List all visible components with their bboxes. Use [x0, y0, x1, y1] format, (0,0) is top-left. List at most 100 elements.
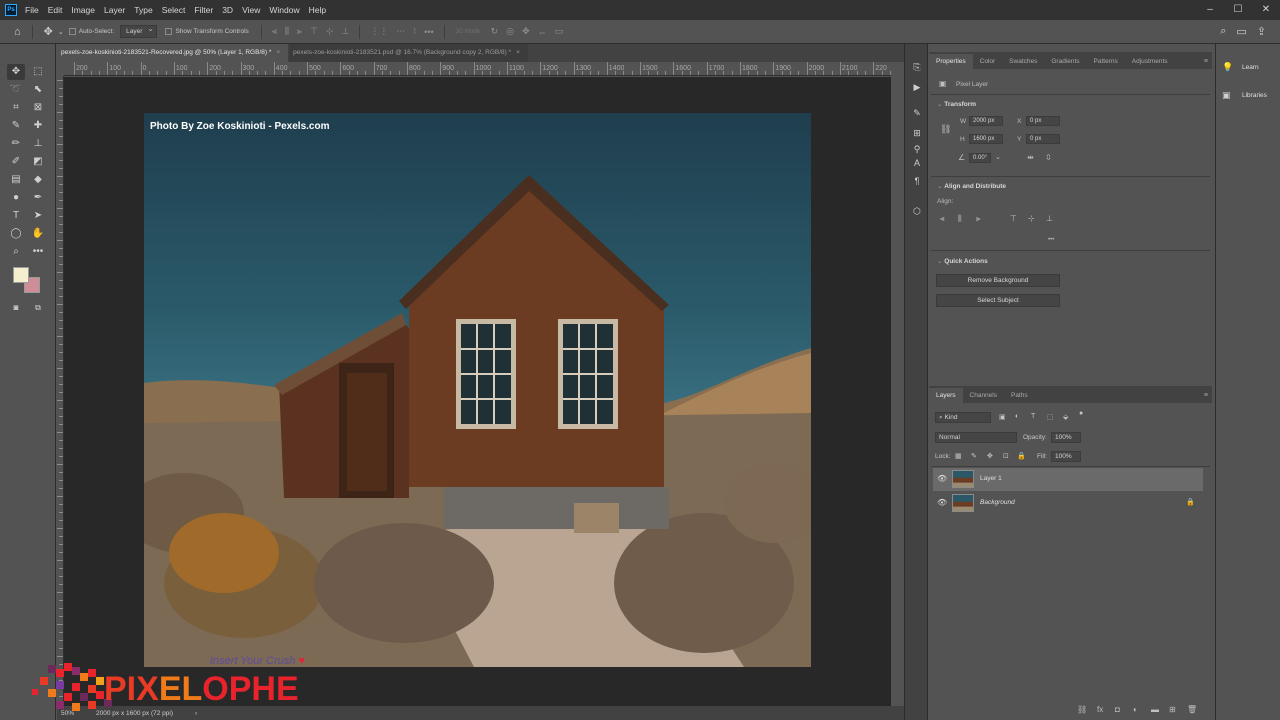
close-tab-icon[interactable]: × — [516, 49, 520, 56]
clone-source-icon[interactable]: ⚲ — [910, 142, 924, 156]
show-transform-checkbox[interactable]: Show Transform Controls — [165, 28, 249, 35]
align-section-title[interactable]: Align and Distribute — [937, 182, 1006, 190]
brush-tool-icon[interactable]: ✏ — [7, 136, 25, 152]
filter-toggle-icon[interactable]: ● — [1079, 410, 1083, 417]
flip-horizontal-icon[interactable]: ⇹ — [1027, 153, 1034, 162]
3d-rotate-icon[interactable]: ↻ — [491, 26, 499, 37]
tab-patterns[interactable]: Patterns — [1087, 54, 1125, 69]
trash-icon[interactable]: 🗑 — [1187, 705, 1197, 714]
layer-filter-kind-dropdown[interactable]: ⌕ Kind — [935, 412, 991, 423]
x-field[interactable]: 0 px — [1026, 116, 1060, 126]
tab-swatches[interactable]: Swatches — [1002, 54, 1044, 69]
layer-row-layer-1[interactable]: 👁 Layer 1 — [933, 468, 1203, 491]
lock-position-icon[interactable]: ✥ — [987, 452, 993, 460]
zoom-tool-icon[interactable]: ⌕ — [7, 244, 25, 260]
layer-row-background[interactable]: 👁 Background 🔒 — [933, 492, 1203, 515]
panel-menu-icon[interactable]: ≡ — [1204, 388, 1208, 403]
more-tools-icon[interactable]: ••• — [29, 244, 47, 260]
share-icon[interactable]: ⇪ — [1257, 25, 1266, 38]
align-bottom-icon[interactable]: ⊥ — [341, 26, 349, 37]
quick-actions-title[interactable]: Quick Actions — [937, 257, 987, 265]
lock-artboard-icon[interactable]: ⊡ — [1003, 452, 1009, 460]
align-top-icon[interactable]: ⊤ — [1010, 214, 1017, 223]
menu-image[interactable]: Image — [71, 5, 95, 15]
auto-select-target-dropdown[interactable]: Layer — [120, 25, 158, 38]
align-right-icon[interactable]: ⫸ — [976, 214, 981, 224]
home-icon[interactable]: ⌂ — [14, 26, 21, 38]
vertical-ruler[interactable] — [57, 76, 64, 706]
close-tab-icon[interactable]: × — [276, 49, 280, 56]
3d-pan-icon[interactable]: ✥ — [522, 26, 530, 37]
menu-3d[interactable]: 3D — [222, 5, 233, 15]
eye-visibility-icon[interactable]: 👁 — [937, 474, 947, 483]
align-top-icon[interactable]: ⊤ — [310, 26, 318, 37]
tab-gradients[interactable]: Gradients — [1044, 54, 1086, 69]
brush-settings-icon[interactable]: ✎ — [910, 106, 924, 120]
menu-select[interactable]: Select — [162, 5, 186, 15]
horizontal-ruler[interactable]: 200 100 0 100 200 300 400 500 600 700 800 900 1000 11… — [64, 62, 891, 76]
screen-mode-icon[interactable]: ⧉ — [29, 300, 47, 316]
hand-tool-icon[interactable]: ✋ — [29, 226, 47, 242]
menu-edit[interactable]: Edit — [48, 5, 63, 15]
frame-tool-icon[interactable]: ⊠ — [29, 100, 47, 116]
tab-adjustments[interactable]: Adjustments — [1125, 54, 1175, 69]
minimize-button[interactable]: – — [1196, 0, 1224, 20]
tab-channels[interactable]: Channels — [963, 388, 1004, 403]
3d-scale-icon[interactable]: ▭ — [555, 26, 564, 37]
character-icon[interactable]: A — [910, 156, 924, 170]
link-layers-icon[interactable]: ⛓ — [1077, 705, 1087, 714]
tab-document-psd[interactable]: pexels-zoe-koskinioti-2183521.psd @ 16.7… — [289, 44, 528, 62]
path-select-tool-icon[interactable]: ➤ — [29, 208, 47, 224]
lock-all-icon[interactable]: 🔒 — [1017, 452, 1026, 460]
maximize-button[interactable]: ☐ — [1224, 0, 1252, 20]
gradient-tool-icon[interactable]: ▤ — [7, 172, 25, 188]
blend-mode-dropdown[interactable]: Normal — [935, 432, 1017, 443]
tab-layers[interactable]: Layers — [929, 388, 963, 403]
play-actions-icon[interactable]: ▶ — [910, 80, 924, 94]
filter-smart-object-icon[interactable]: ⬙ — [1063, 413, 1068, 421]
canvas-area[interactable]: Photo By Zoe Koskinioti - Pexels.com — [64, 77, 891, 706]
align-center-icon[interactable]: ⫼ — [285, 26, 289, 37]
menu-filter[interactable]: Filter — [194, 5, 213, 15]
move-tool-icon[interactable]: ✥ — [7, 64, 25, 80]
adjust-icon[interactable]: ⊞ — [910, 126, 924, 140]
tab-properties[interactable]: Properties — [929, 54, 973, 69]
libraries-button[interactable]: ▣ Libraries — [1222, 90, 1267, 101]
eye-visibility-icon[interactable]: 👁 — [937, 498, 947, 507]
crop-tool-icon[interactable]: ⌗ — [7, 100, 25, 116]
distribute-v-icon[interactable]: ⁝ — [413, 26, 416, 37]
3d-cube-icon[interactable]: ⬡ — [910, 204, 924, 218]
workspace-icon[interactable]: ▭ — [1236, 25, 1246, 38]
align-bottom-icon[interactable]: ⊥ — [1046, 214, 1053, 223]
layer-name[interactable]: Background — [980, 499, 1015, 506]
flip-vertical-icon[interactable]: ⇳ — [1045, 153, 1052, 162]
type-tool-icon[interactable]: T — [7, 208, 25, 224]
layer-mask-icon[interactable]: ◘ — [1115, 705, 1120, 714]
auto-select-checkbox[interactable]: Auto-Select: — [68, 28, 114, 35]
filter-adjustment-icon[interactable]: ◐ — [1015, 413, 1019, 420]
fx-icon[interactable]: fx — [1097, 705, 1103, 714]
paragraph-icon[interactable]: ¶ — [910, 174, 924, 188]
menu-layer[interactable]: Layer — [104, 5, 125, 15]
align-middle-icon[interactable]: ⊹ — [326, 26, 334, 37]
learn-button[interactable]: 💡 Learn — [1222, 62, 1259, 73]
width-field[interactable]: 2000 px — [969, 116, 1003, 126]
menu-view[interactable]: View — [242, 5, 260, 15]
y-field[interactable]: 0 px — [1026, 134, 1060, 144]
transform-section-title[interactable]: Transform — [937, 100, 976, 108]
align-left-icon[interactable]: ⫷ — [272, 26, 277, 37]
tab-paths[interactable]: Paths — [1004, 388, 1035, 403]
align-right-icon[interactable]: ⫸ — [297, 26, 302, 37]
remove-background-button[interactable]: Remove Background — [936, 274, 1060, 287]
menu-type[interactable]: Type — [134, 5, 152, 15]
filter-shape-icon[interactable]: ⬚ — [1047, 413, 1054, 421]
3d-slide-icon[interactable]: ⇔ — [538, 27, 547, 37]
ellipse-tool-icon[interactable]: ◯ — [7, 226, 25, 242]
menu-window[interactable]: Window — [269, 5, 299, 15]
lasso-tool-icon[interactable]: ➰ — [7, 82, 25, 98]
history-icon[interactable]: ⎘ — [910, 60, 924, 74]
chevron-down-icon[interactable]: ⌄ — [58, 28, 64, 36]
dodge-tool-icon[interactable]: ● — [7, 190, 25, 206]
menu-file[interactable]: File — [25, 5, 39, 15]
fill-field[interactable]: 100% — [1051, 451, 1081, 462]
